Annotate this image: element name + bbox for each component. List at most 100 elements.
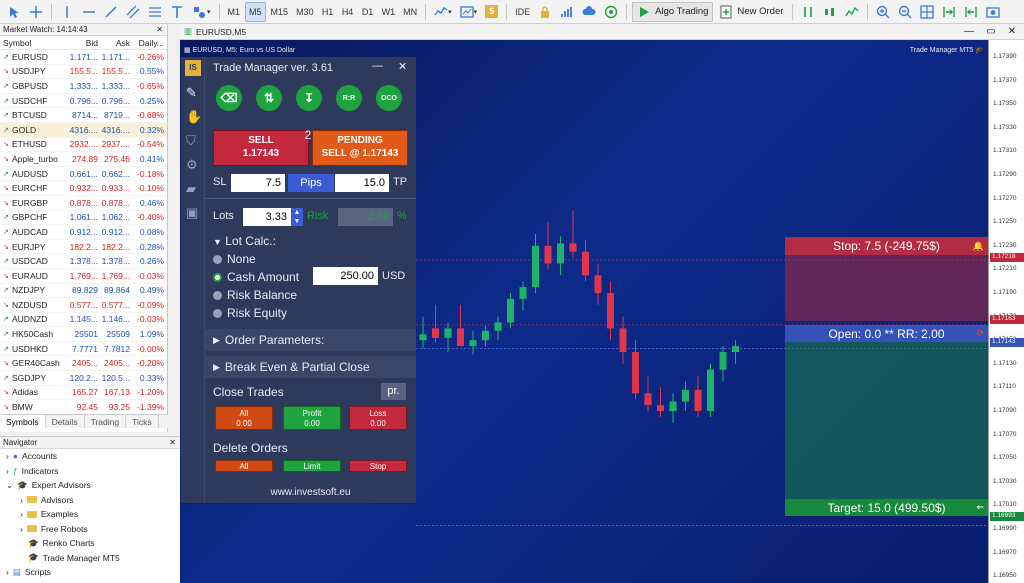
table-row[interactable]: ↘ Apple_turbo 274.89 275.46 0.41% bbox=[0, 152, 167, 167]
table-row[interactable]: ↗ AUDUSD 0.661... 0.662... -0.18% bbox=[0, 167, 167, 182]
close-icon[interactable]: ✕ bbox=[156, 25, 163, 34]
vertical-line-icon[interactable] bbox=[57, 2, 77, 22]
option-cash-amount[interactable]: Cash Amount bbox=[213, 270, 299, 284]
tab-ticks[interactable]: Ticks bbox=[126, 415, 159, 428]
screenshot-icon[interactable] bbox=[983, 2, 1003, 22]
chart-shift-icon[interactable] bbox=[961, 2, 981, 22]
expand-icon[interactable]: › bbox=[20, 495, 23, 505]
sell-button[interactable]: SELL 1.17143 bbox=[213, 130, 309, 166]
table-row[interactable]: ↘ Adidas 165.27 167.13 -1.20% bbox=[0, 386, 167, 401]
algo-trading-button[interactable]: Algo Trading bbox=[632, 1, 714, 22]
nav-item-accounts[interactable]: › ● Accounts bbox=[0, 449, 180, 464]
cursor-icon[interactable] bbox=[4, 2, 24, 22]
close-icon[interactable]: ✕ bbox=[1008, 26, 1016, 37]
tf-mn[interactable]: MN bbox=[400, 2, 420, 22]
lot-calc-toggle[interactable]: ▼ Lot Calc.: bbox=[213, 234, 276, 248]
table-row[interactable]: ↘ EURCHF 0.932... 0.933... -0.10% bbox=[0, 181, 167, 196]
close-icon[interactable]: ✕ bbox=[398, 60, 407, 73]
nav-item-trade-manager[interactable]: 🎓 Trade Manager MT5 bbox=[0, 551, 180, 566]
chart-type-icon[interactable]: ▾ bbox=[431, 2, 455, 22]
nav-item-free-robots[interactable]: › Free Robots bbox=[0, 522, 180, 537]
maximize-icon[interactable]: ▭ bbox=[986, 26, 995, 37]
tf-h4[interactable]: H4 bbox=[339, 2, 357, 22]
table-row[interactable]: ↗ SGDJPY 120.2... 120.5... 0.33% bbox=[0, 371, 167, 386]
breakeven-button[interactable]: ↧ bbox=[296, 85, 322, 111]
expand-icon[interactable]: › bbox=[6, 466, 9, 476]
open-price-label[interactable]: Open: 0.0 ** RR: 2.00 ⟳ bbox=[785, 325, 988, 342]
nav-item-indicators[interactable]: › ƒ Indicators bbox=[0, 464, 180, 479]
shield-icon[interactable]: ⛉ bbox=[186, 133, 196, 149]
alarm-icon[interactable]: 🔔 bbox=[973, 241, 984, 252]
delete-all-button[interactable]: All bbox=[215, 460, 273, 472]
minimize-icon[interactable]: — bbox=[372, 60, 383, 72]
tf-m5[interactable]: M5 bbox=[245, 1, 266, 22]
table-row[interactable]: ↘ BMW 92.45 93.25 -1.39% bbox=[0, 400, 167, 415]
expand-icon[interactable]: › bbox=[6, 567, 9, 577]
close-all-button[interactable]: All 0.00 bbox=[215, 406, 273, 430]
col-symbol[interactable]: Symbol bbox=[0, 38, 68, 48]
tile-windows-icon[interactable] bbox=[917, 2, 937, 22]
expand-icon[interactable]: › bbox=[20, 509, 23, 519]
radio-selected-icon[interactable] bbox=[213, 273, 222, 283]
table-row[interactable]: ↗ HK50Cash 25501 25509 1.09% bbox=[0, 327, 167, 342]
table-row[interactable]: ↗ GBPCHF 1.061... 1.062... -0.40% bbox=[0, 211, 167, 226]
pending-button[interactable]: PENDING SELL @ 1.17143 bbox=[312, 130, 408, 166]
table-row[interactable]: ↘ ETHUSD 2932.... 2937.... -0.54% bbox=[0, 138, 167, 153]
eraser-button[interactable]: ⌫ bbox=[216, 85, 242, 111]
option-none[interactable]: None bbox=[213, 252, 256, 266]
table-row[interactable]: ↗ BTCUSD 8714... 8719... -0.68% bbox=[0, 108, 167, 123]
nav-item-scripts[interactable]: › ▤ Scripts bbox=[0, 565, 180, 580]
channel-icon[interactable] bbox=[123, 2, 143, 22]
nav-item-renko-charts[interactable]: 🎓 Renko Charts bbox=[0, 536, 180, 551]
trendline-icon[interactable] bbox=[101, 2, 121, 22]
zoom-out-icon[interactable] bbox=[895, 2, 915, 22]
table-row[interactable]: ↘ NZDUSD 0.577... 0.577... -0.09% bbox=[0, 298, 167, 313]
buy-sell-icon[interactable] bbox=[798, 2, 818, 22]
table-row[interactable]: ↗ GBPUSD 1.333... 1.333... -0.65% bbox=[0, 79, 167, 94]
risk-input[interactable]: 2.59 bbox=[338, 208, 393, 226]
close-icon[interactable]: ✕ bbox=[169, 438, 176, 447]
table-row[interactable]: ↗ USDHKD 7.7771 7.7812 -0.00% bbox=[0, 342, 167, 357]
expand-icon[interactable]: › bbox=[20, 524, 23, 534]
delete-limit-button[interactable]: Limit bbox=[283, 460, 341, 472]
table-row[interactable]: ↘ USDJPY 155.5... 155.5... 0.55% bbox=[0, 65, 167, 80]
lots-input[interactable]: 3.33 bbox=[243, 208, 291, 226]
delete-stop-button[interactable]: Stop bbox=[349, 460, 407, 472]
table-row[interactable]: ↗ GOLD 4316.... 4316.... 0.32% bbox=[0, 122, 167, 138]
order-parameters-section[interactable]: ▶ Order Parameters: bbox=[205, 329, 416, 351]
tab-symbols[interactable]: Symbols bbox=[0, 415, 46, 428]
table-row[interactable]: ↗ NZDJPY 89.829 89.864 0.49% bbox=[0, 284, 167, 299]
sl-input[interactable]: 7.5 bbox=[231, 174, 285, 192]
tf-d1[interactable]: D1 bbox=[359, 2, 377, 22]
option-risk-balance[interactable]: Risk Balance bbox=[213, 288, 297, 302]
break-even-section[interactable]: ▶ Break Even & Partial Close bbox=[205, 356, 416, 378]
radio-icon[interactable] bbox=[213, 255, 222, 265]
nav-item-advisors[interactable]: › Advisors bbox=[0, 493, 180, 508]
pr-button[interactable]: pr. bbox=[381, 383, 406, 400]
table-row[interactable]: ↗ EURUSD 1.171... 1.171... -0.26% bbox=[0, 50, 167, 65]
new-order-button[interactable]: New Order bbox=[715, 2, 787, 22]
table-row[interactable]: ↘ EURAUD 1.769... 1.769... -0.03% bbox=[0, 269, 167, 284]
cloud-icon[interactable] bbox=[579, 2, 599, 22]
templates-icon[interactable]: ▾ bbox=[457, 2, 481, 22]
table-row[interactable]: ↗ USDCAD 1.378... 1.378... 0.26% bbox=[0, 254, 167, 269]
tf-m1[interactable]: M1 bbox=[225, 2, 244, 22]
option-risk-equity[interactable]: Risk Equity bbox=[213, 306, 287, 320]
candles-icon[interactable] bbox=[820, 2, 840, 22]
edit-icon[interactable]: ✎ bbox=[186, 85, 197, 101]
radio-icon[interactable] bbox=[213, 291, 222, 301]
tf-w1[interactable]: W1 bbox=[379, 2, 399, 22]
tab-trading[interactable]: Trading bbox=[85, 415, 127, 428]
gear-icon[interactable]: ⚙ bbox=[186, 157, 198, 173]
tf-m30[interactable]: M30 bbox=[293, 2, 317, 22]
ide-button[interactable]: IDE bbox=[512, 2, 533, 22]
table-row[interactable]: ↘ GER40Cash 2405... 2405... -0.20% bbox=[0, 356, 167, 372]
close-loss-button[interactable]: Loss 0.00 bbox=[349, 406, 407, 430]
text-tool-icon[interactable] bbox=[167, 2, 187, 22]
table-row[interactable]: ↗ AUDCAD 0.912... 0.912... 0.08% bbox=[0, 225, 167, 240]
chart-tab-title[interactable]: EURUSD,M5 bbox=[196, 27, 246, 37]
lock-icon[interactable] bbox=[535, 2, 555, 22]
oco-button[interactable]: OCO bbox=[376, 85, 402, 111]
refresh-icon[interactable]: ⟳ bbox=[976, 328, 984, 339]
arrow-icon[interactable]: ⇐ bbox=[976, 502, 984, 513]
